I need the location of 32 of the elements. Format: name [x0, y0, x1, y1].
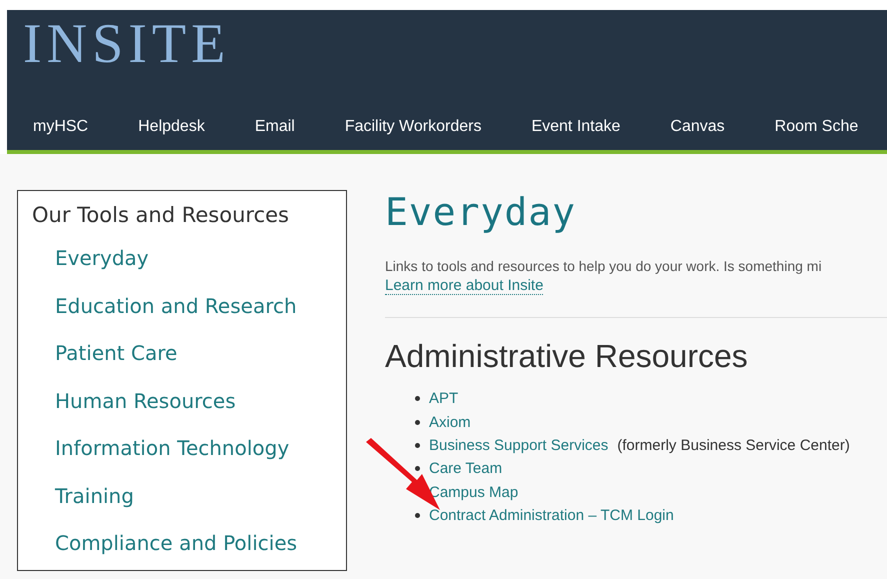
sidebar-title: Our Tools and Resources [32, 203, 289, 227]
nav-link[interactable]: Facility Workorders [320, 118, 506, 136]
section-heading: Administrative Resources [385, 338, 748, 375]
nav-link[interactable]: Email [230, 118, 320, 136]
learn-more-link[interactable]: Learn more about Insite [385, 277, 544, 295]
resource-link[interactable]: Care Team [429, 460, 502, 478]
intro-text: Links to tools and resources to help you do your work. Is something mi [385, 258, 823, 274]
nav-link[interactable]: Room Sche [750, 118, 884, 136]
sidebar-link[interactable]: Human Resources [55, 378, 236, 425]
bullet-icon [415, 466, 420, 472]
bullet-icon [415, 420, 420, 425]
bullet-icon [415, 442, 420, 448]
sidebar-link[interactable]: Training [55, 472, 134, 520]
sidebar-link[interactable]: Compliance and Policies [55, 520, 298, 568]
site-logo[interactable]: INSITE [7, 10, 230, 72]
resource-link[interactable]: Contract Administration – TCM Login [429, 507, 674, 524]
link-note: (formerly Business Service Center) [617, 436, 850, 454]
resource-link[interactable]: Business Support Services [429, 436, 608, 454]
resource-link[interactable]: Axiom [429, 414, 471, 431]
resource-link[interactable]: APT [429, 390, 458, 408]
resource-link[interactable]: Campus Map [429, 484, 518, 501]
sidebar-link[interactable]: Information Technology [55, 425, 290, 472]
nav-link[interactable]: Helpdesk [113, 118, 230, 136]
bullet-icon [415, 513, 420, 518]
sidebar-link[interactable]: Patient Care [55, 330, 178, 378]
nav-link[interactable]: myHSC [7, 118, 114, 136]
nav-link[interactable]: Canvas [645, 118, 750, 136]
sidebar-link[interactable]: Education and Research [55, 282, 297, 330]
page-title: Everyday [385, 190, 576, 234]
bullet-icon [415, 396, 420, 402]
nav-link[interactable]: Event Intake [506, 118, 646, 136]
sidebar-link[interactable]: Everyday [55, 235, 149, 282]
